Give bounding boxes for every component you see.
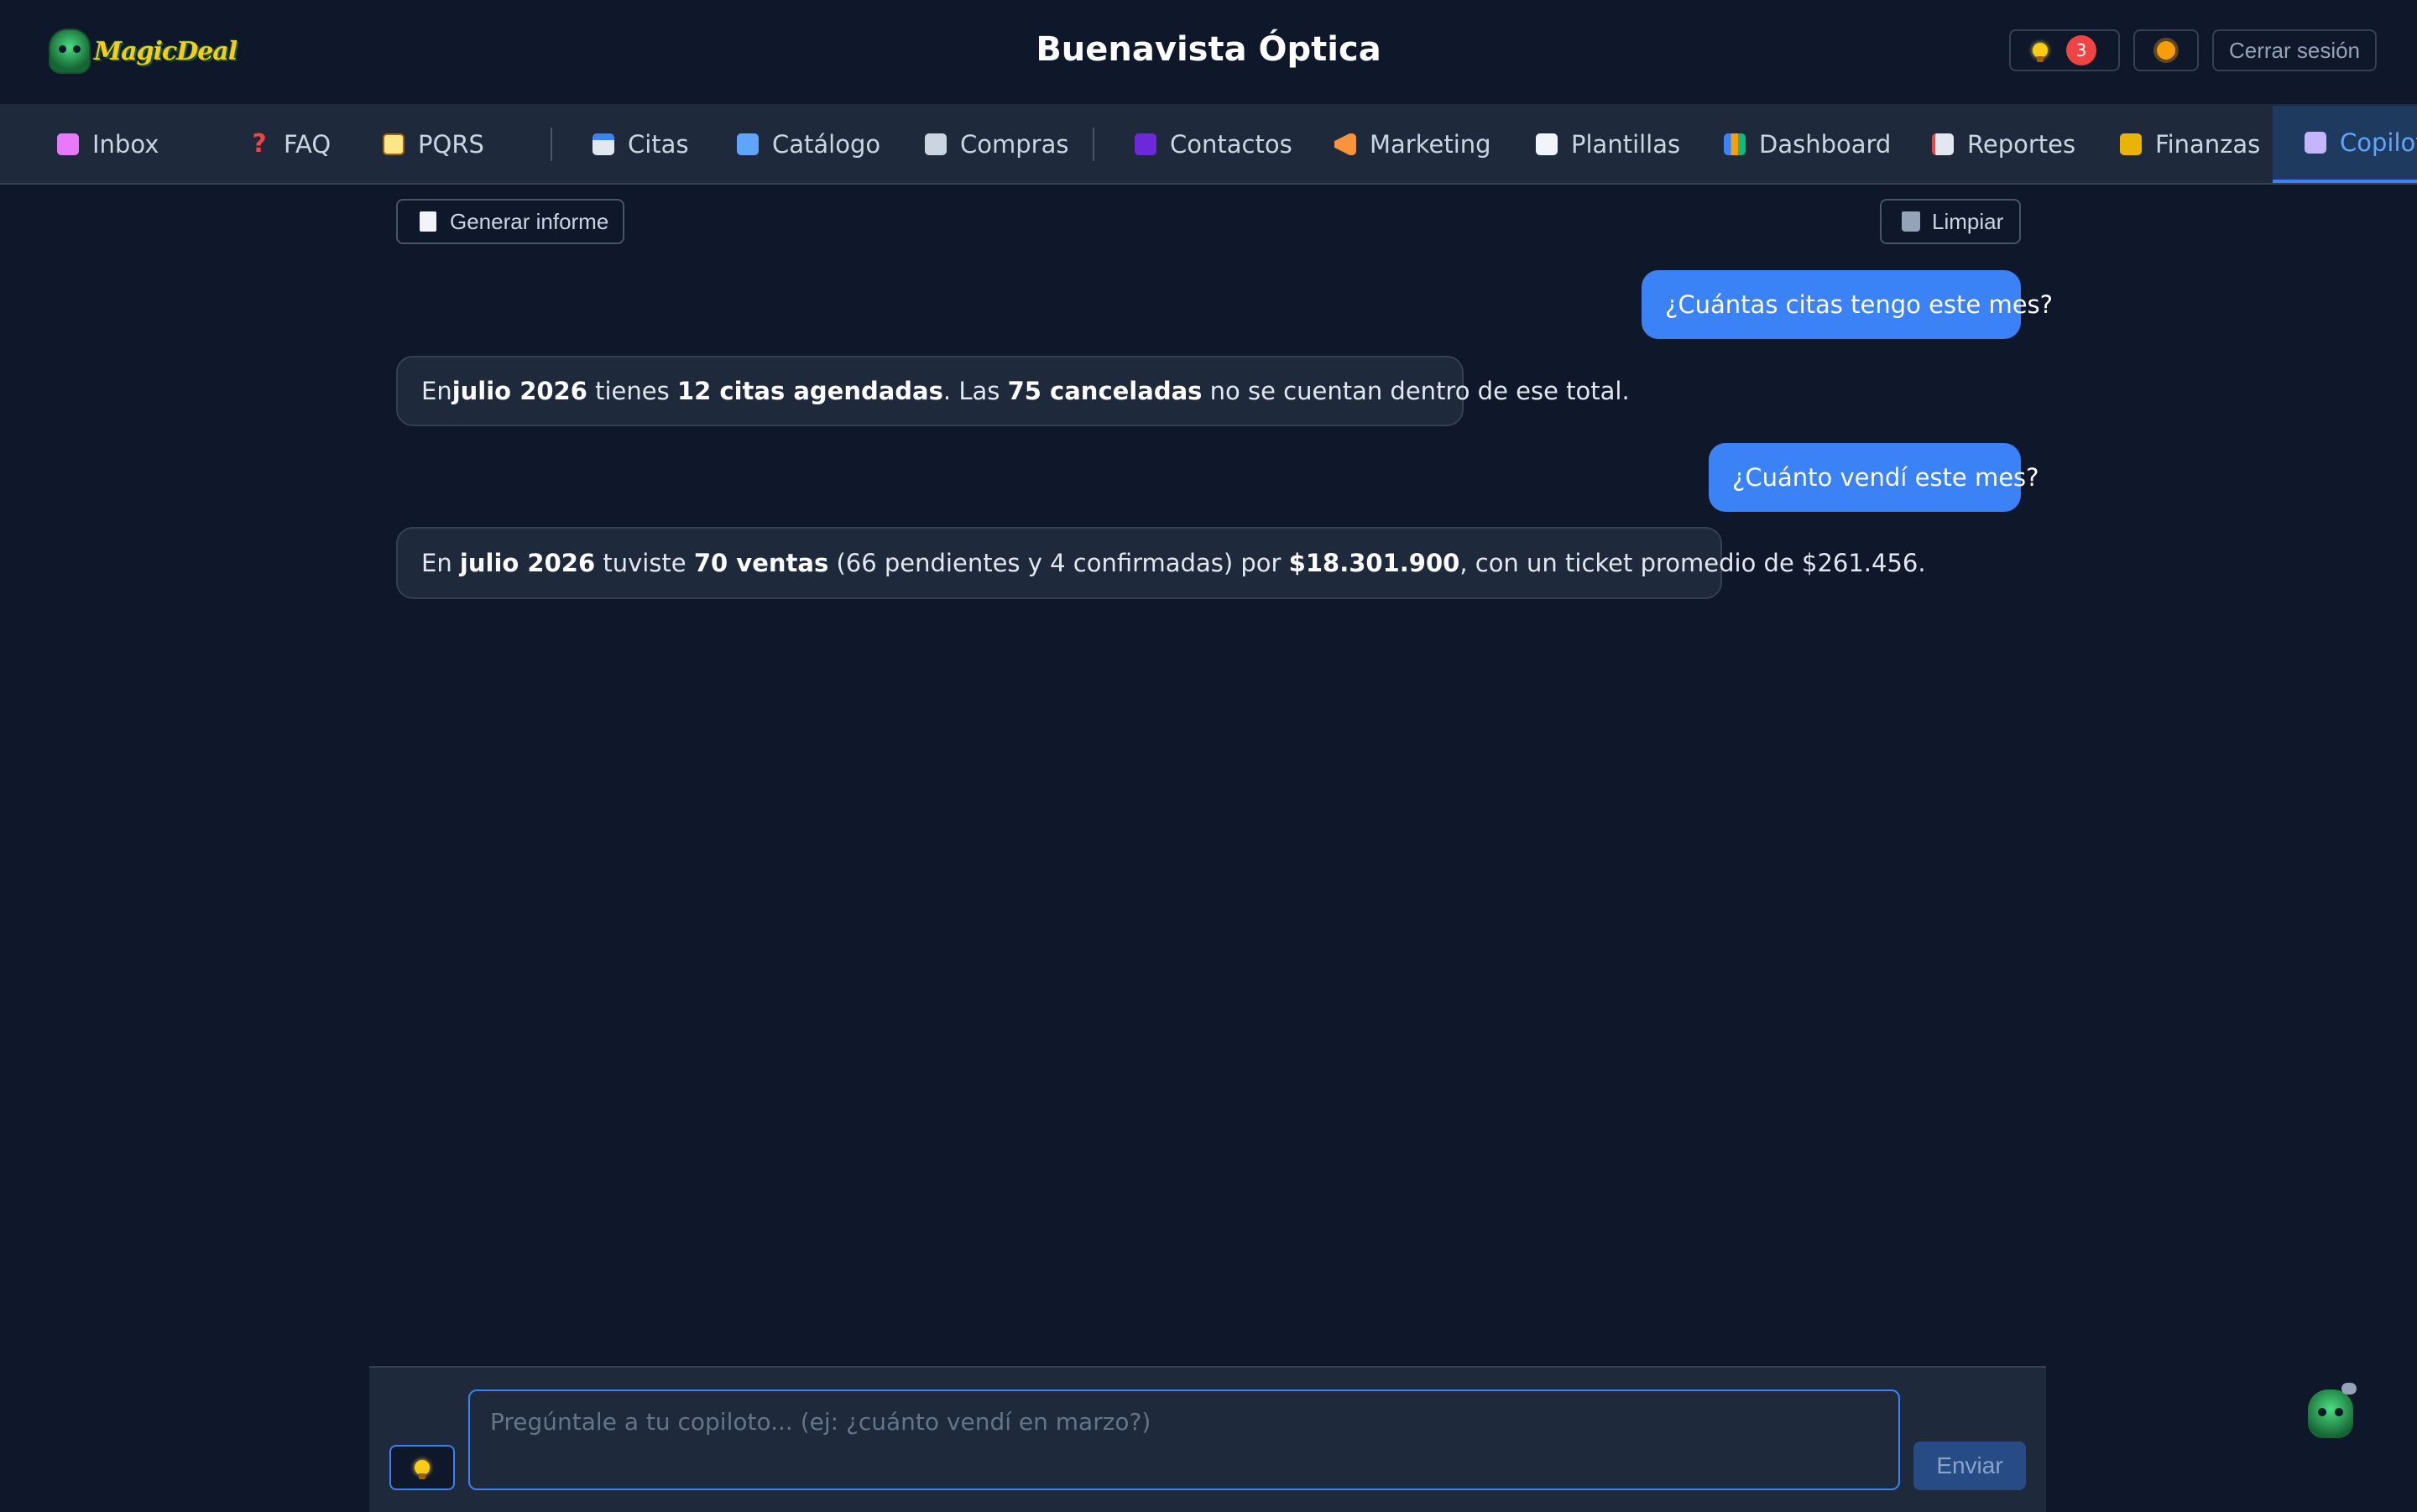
nav-divider [551,128,552,161]
tab-plantillas[interactable]: Plantillas [1536,106,1680,183]
megaphone-icon [1334,133,1356,155]
assistant-mascot-button[interactable] [2305,1383,2357,1442]
money-bag-icon [2120,133,2142,155]
main-nav: Inbox ? FAQ PQRS Citas Catálogo Compras … [0,106,2417,185]
message-text: . Las [942,377,1008,405]
lightbulb-icon [2033,43,2048,62]
tab-label: Citas [628,130,689,159]
notification-badge: 3 [2066,35,2096,65]
tab-label: Marketing [1370,130,1491,159]
wizard-mascot-icon [2308,1389,2353,1438]
document-icon [420,211,436,232]
tab-finanzas[interactable]: Finanzas [2120,106,2260,183]
generate-report-label: Generar informe [450,208,609,234]
question-mark-icon: ? [252,129,267,159]
message-text: , con un ticket promedio de $261.456. [1459,549,1926,577]
robot-icon [2305,132,2326,154]
message-text: tienes [587,377,677,405]
tab-reportes[interactable]: Reportes [1932,106,2075,183]
message-text: tuviste [595,549,694,577]
inbox-tray-icon [57,133,79,155]
message-text: En [421,377,452,405]
shopping-bags-icon [737,133,759,155]
lightbulb-icon [415,1460,430,1479]
receipt-icon [925,133,947,155]
top-header: MagicDeal Buenavista Óptica 3 Cerrar ses… [0,0,2417,106]
tab-label: Inbox [92,130,159,159]
tab-faq[interactable]: ? FAQ [248,106,331,183]
tab-label: Plantillas [1571,130,1681,159]
tab-label: Finanzas [2155,130,2261,159]
tab-label: Catálogo [772,130,881,159]
tab-label: PQRS [418,130,484,159]
logout-button[interactable]: Cerrar sesión [2212,29,2377,71]
clipboard-icon [383,133,405,155]
assistant-message: En julio 2026 tuviste 70 ventas (66 pend… [396,527,1926,599]
tab-label: Compras [960,130,1069,159]
tab-label: Reportes [1967,130,2076,159]
document-icon [1536,133,1558,155]
tab-dashboard[interactable]: Dashboard [1724,106,1891,183]
message-text: En [421,549,460,577]
user-message: ¿Cuántas citas tengo este mes? [1642,270,2053,339]
send-button[interactable]: Enviar [1913,1442,2026,1490]
assistant-message: En ​julio 2026 tienes 12 citas agendadas… [396,356,1630,426]
tab-label: Copilot [2340,128,2417,157]
message-text: (66 pendientes y 4 confirmadas) por [828,549,1289,577]
message-bold-text: 75 canceladas [1007,377,1203,405]
message-bold-text: 12 citas agendadas [676,377,943,405]
tab-catalogo[interactable]: Catálogo [737,106,880,183]
speech-bubble-icon [2341,1383,2357,1395]
tab-citas[interactable]: Citas [593,106,689,183]
tab-marketing[interactable]: Marketing [1334,106,1491,183]
tab-pqrs[interactable]: PQRS [383,106,484,183]
user-message: ¿Cuánto vendí este mes? [1709,443,2039,512]
message-text: no se cuentan dentro de ese total. [1202,377,1630,405]
sun-icon [2157,41,2175,60]
bar-chart-icon [1724,133,1746,155]
ideas-button[interactable]: 3 [2009,29,2120,71]
line-chart-icon [1932,133,1954,155]
person-icon [1135,133,1156,155]
message-bold-text: $18.301.900 [1288,549,1460,577]
message-bold-text: julio 2026 [459,549,596,577]
tab-contactos[interactable]: Contactos [1135,106,1292,183]
tab-label: Dashboard [1759,130,1892,159]
tab-label: FAQ [284,130,331,159]
chat-input[interactable] [468,1389,1900,1490]
message-bold-text: 70 ventas [693,549,829,577]
clear-chat-button[interactable]: Limpiar [1880,199,2021,244]
tab-compras[interactable]: Compras [925,106,1068,183]
trash-icon [1902,211,1920,232]
generate-report-button[interactable]: Generar informe [396,199,624,244]
message-bold-text: julio 2026 [452,377,587,405]
clear-chat-label: Limpiar [1932,208,2004,234]
tab-inbox[interactable]: Inbox [57,106,159,183]
nav-divider [1093,128,1094,161]
tab-label: Contactos [1170,130,1292,159]
theme-toggle-button[interactable] [2133,29,2199,71]
tab-copilot[interactable]: Copilot [2273,106,2417,183]
suggestions-button[interactable] [389,1445,455,1490]
calendar-icon [593,133,614,155]
